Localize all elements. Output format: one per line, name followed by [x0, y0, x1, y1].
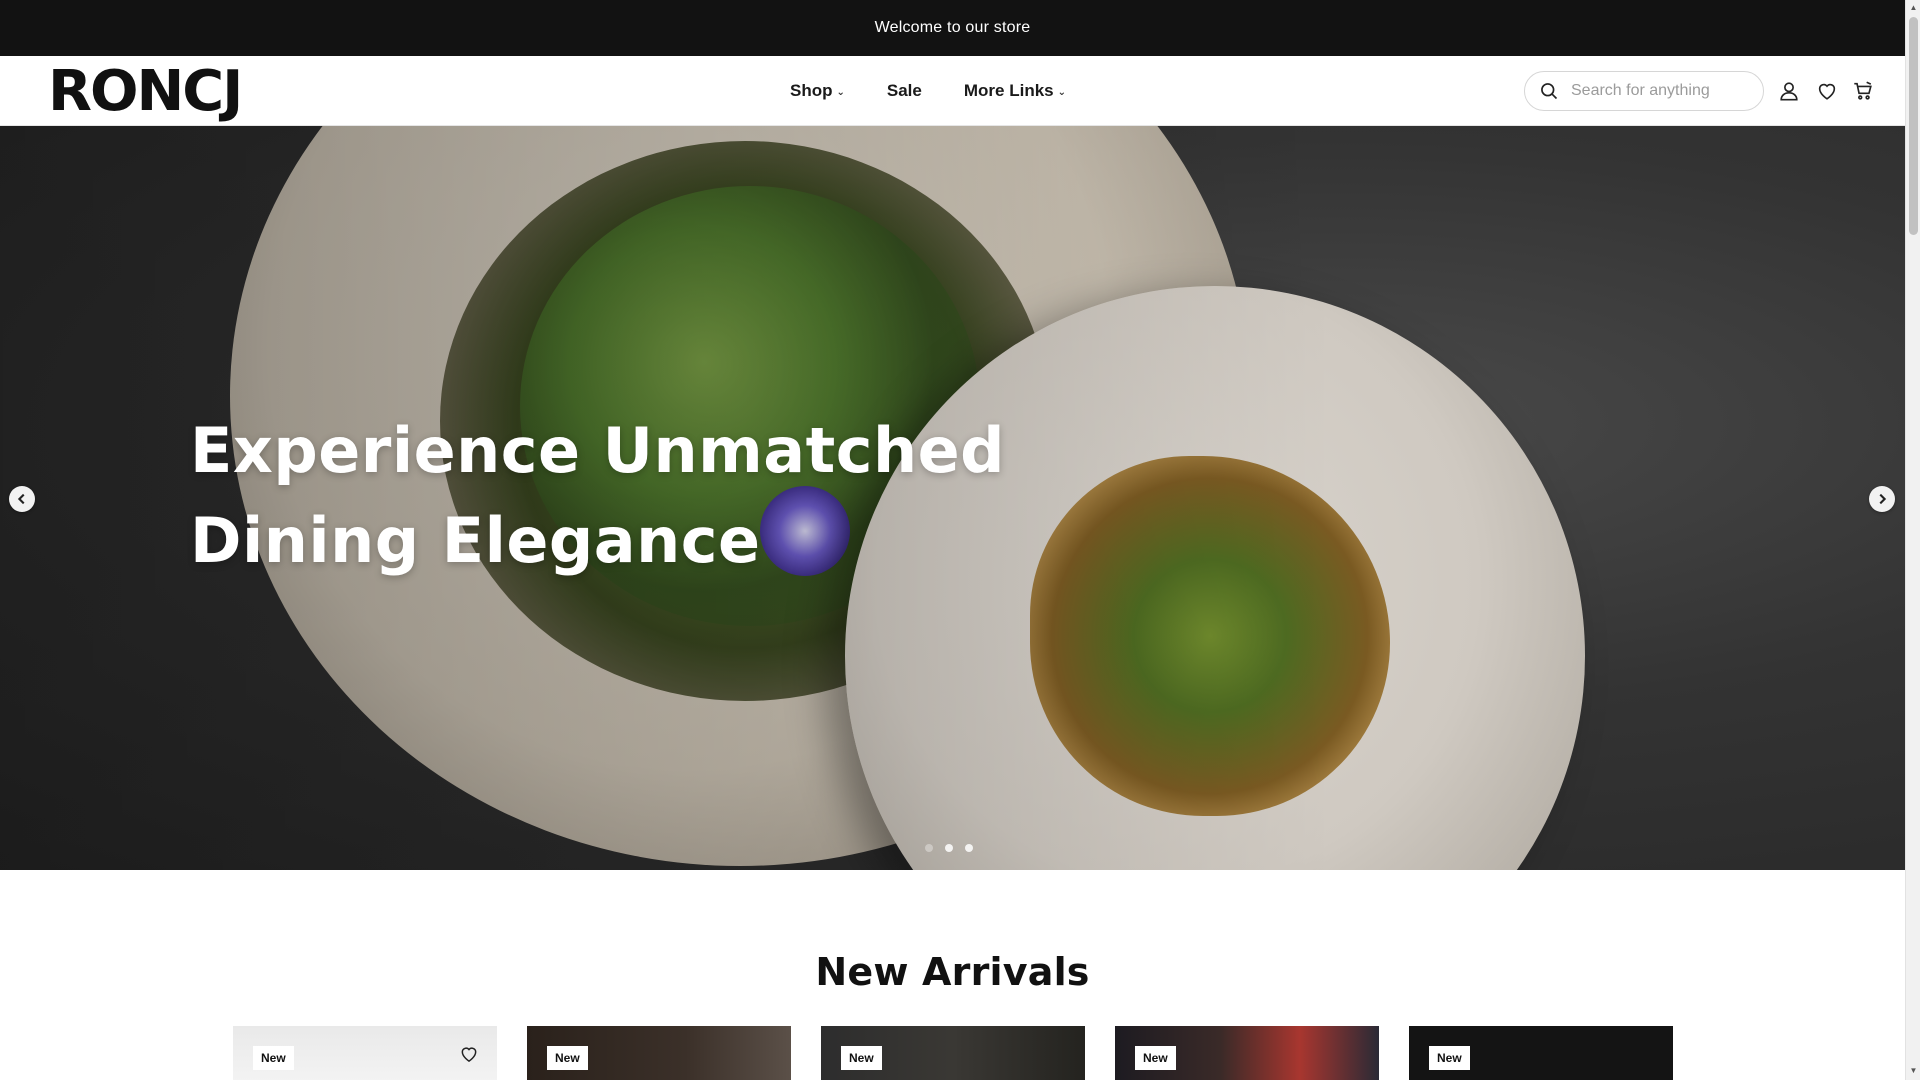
- announcement-text: Welcome to our store: [874, 19, 1031, 36]
- chevron-down-icon: ⌄: [1057, 86, 1067, 98]
- slider-next-button[interactable]: [1869, 486, 1895, 512]
- slider-dot[interactable]: [965, 844, 973, 852]
- slider-dot[interactable]: [945, 844, 953, 852]
- new-badge: New: [1429, 1046, 1470, 1070]
- account-button[interactable]: [1776, 78, 1802, 104]
- user-icon: [1780, 82, 1798, 101]
- search-input[interactable]: [1571, 82, 1751, 100]
- chevron-down-icon: ⌄: [836, 86, 845, 98]
- scroll-up-icon[interactable]: ▲: [1906, 0, 1920, 15]
- page-scrollbar[interactable]: ▲ ▼: [1905, 0, 1920, 1080]
- nav-item-label: Sale: [886, 81, 922, 100]
- scrollbar-thumb[interactable]: [1909, 17, 1918, 235]
- hero-title-line: Dining Elegance: [190, 504, 761, 577]
- hero-slider: Experience Unmatched Dining Elegance: [0, 126, 1905, 870]
- announcement-bar: Welcome to our store: [0, 0, 1905, 56]
- page: Welcome to our store RONCJ Shop ⌄ Sale M…: [0, 0, 1905, 1080]
- nav-item-sale[interactable]: Sale: [887, 81, 922, 101]
- scroll-down-icon[interactable]: ▼: [1906, 1063, 1920, 1078]
- product-card[interactable]: New: [1409, 1026, 1673, 1080]
- main-nav: Shop ⌄ Sale More Links ⌄: [790, 56, 1066, 126]
- nav-item-more-links[interactable]: More Links ⌄: [964, 81, 1066, 101]
- product-card[interactable]: New: [821, 1026, 1085, 1080]
- hero-title: Experience Unmatched Dining Elegance: [190, 406, 1090, 586]
- new-badge: New: [1135, 1046, 1176, 1070]
- hero-title-line: Experience Unmatched: [190, 414, 1006, 487]
- new-badge: New: [547, 1046, 588, 1070]
- new-badge: New: [841, 1046, 882, 1070]
- slider-prev-button[interactable]: [9, 486, 35, 512]
- slider-dot[interactable]: [925, 844, 933, 852]
- section-title: New Arrivals: [815, 950, 1090, 994]
- nav-item-shop[interactable]: Shop ⌄: [790, 81, 845, 101]
- heart-icon[interactable]: [459, 1044, 479, 1064]
- nav-item-label: More Links: [963, 81, 1054, 100]
- new-badge: New: [253, 1046, 294, 1070]
- product-card[interactable]: New: [1115, 1026, 1379, 1080]
- product-card[interactable]: New: [233, 1026, 497, 1080]
- chevron-right-icon: [1879, 493, 1887, 505]
- chevron-left-icon: [17, 493, 25, 505]
- cart-button[interactable]: [1850, 78, 1876, 104]
- product-grid: New New New New New: [233, 1026, 1673, 1080]
- search-box[interactable]: [1524, 71, 1764, 111]
- slider-dots: [925, 844, 973, 852]
- search-icon[interactable]: [1539, 81, 1559, 101]
- cart-icon: [1854, 81, 1872, 100]
- nav-item-label: Shop: [790, 81, 833, 100]
- heart-icon: [1818, 83, 1836, 100]
- product-card[interactable]: New: [527, 1026, 791, 1080]
- store-logo[interactable]: RONCJ: [48, 64, 243, 120]
- wishlist-button[interactable]: [1814, 78, 1840, 104]
- site-header: RONCJ Shop ⌄ Sale More Links ⌄: [0, 56, 1905, 126]
